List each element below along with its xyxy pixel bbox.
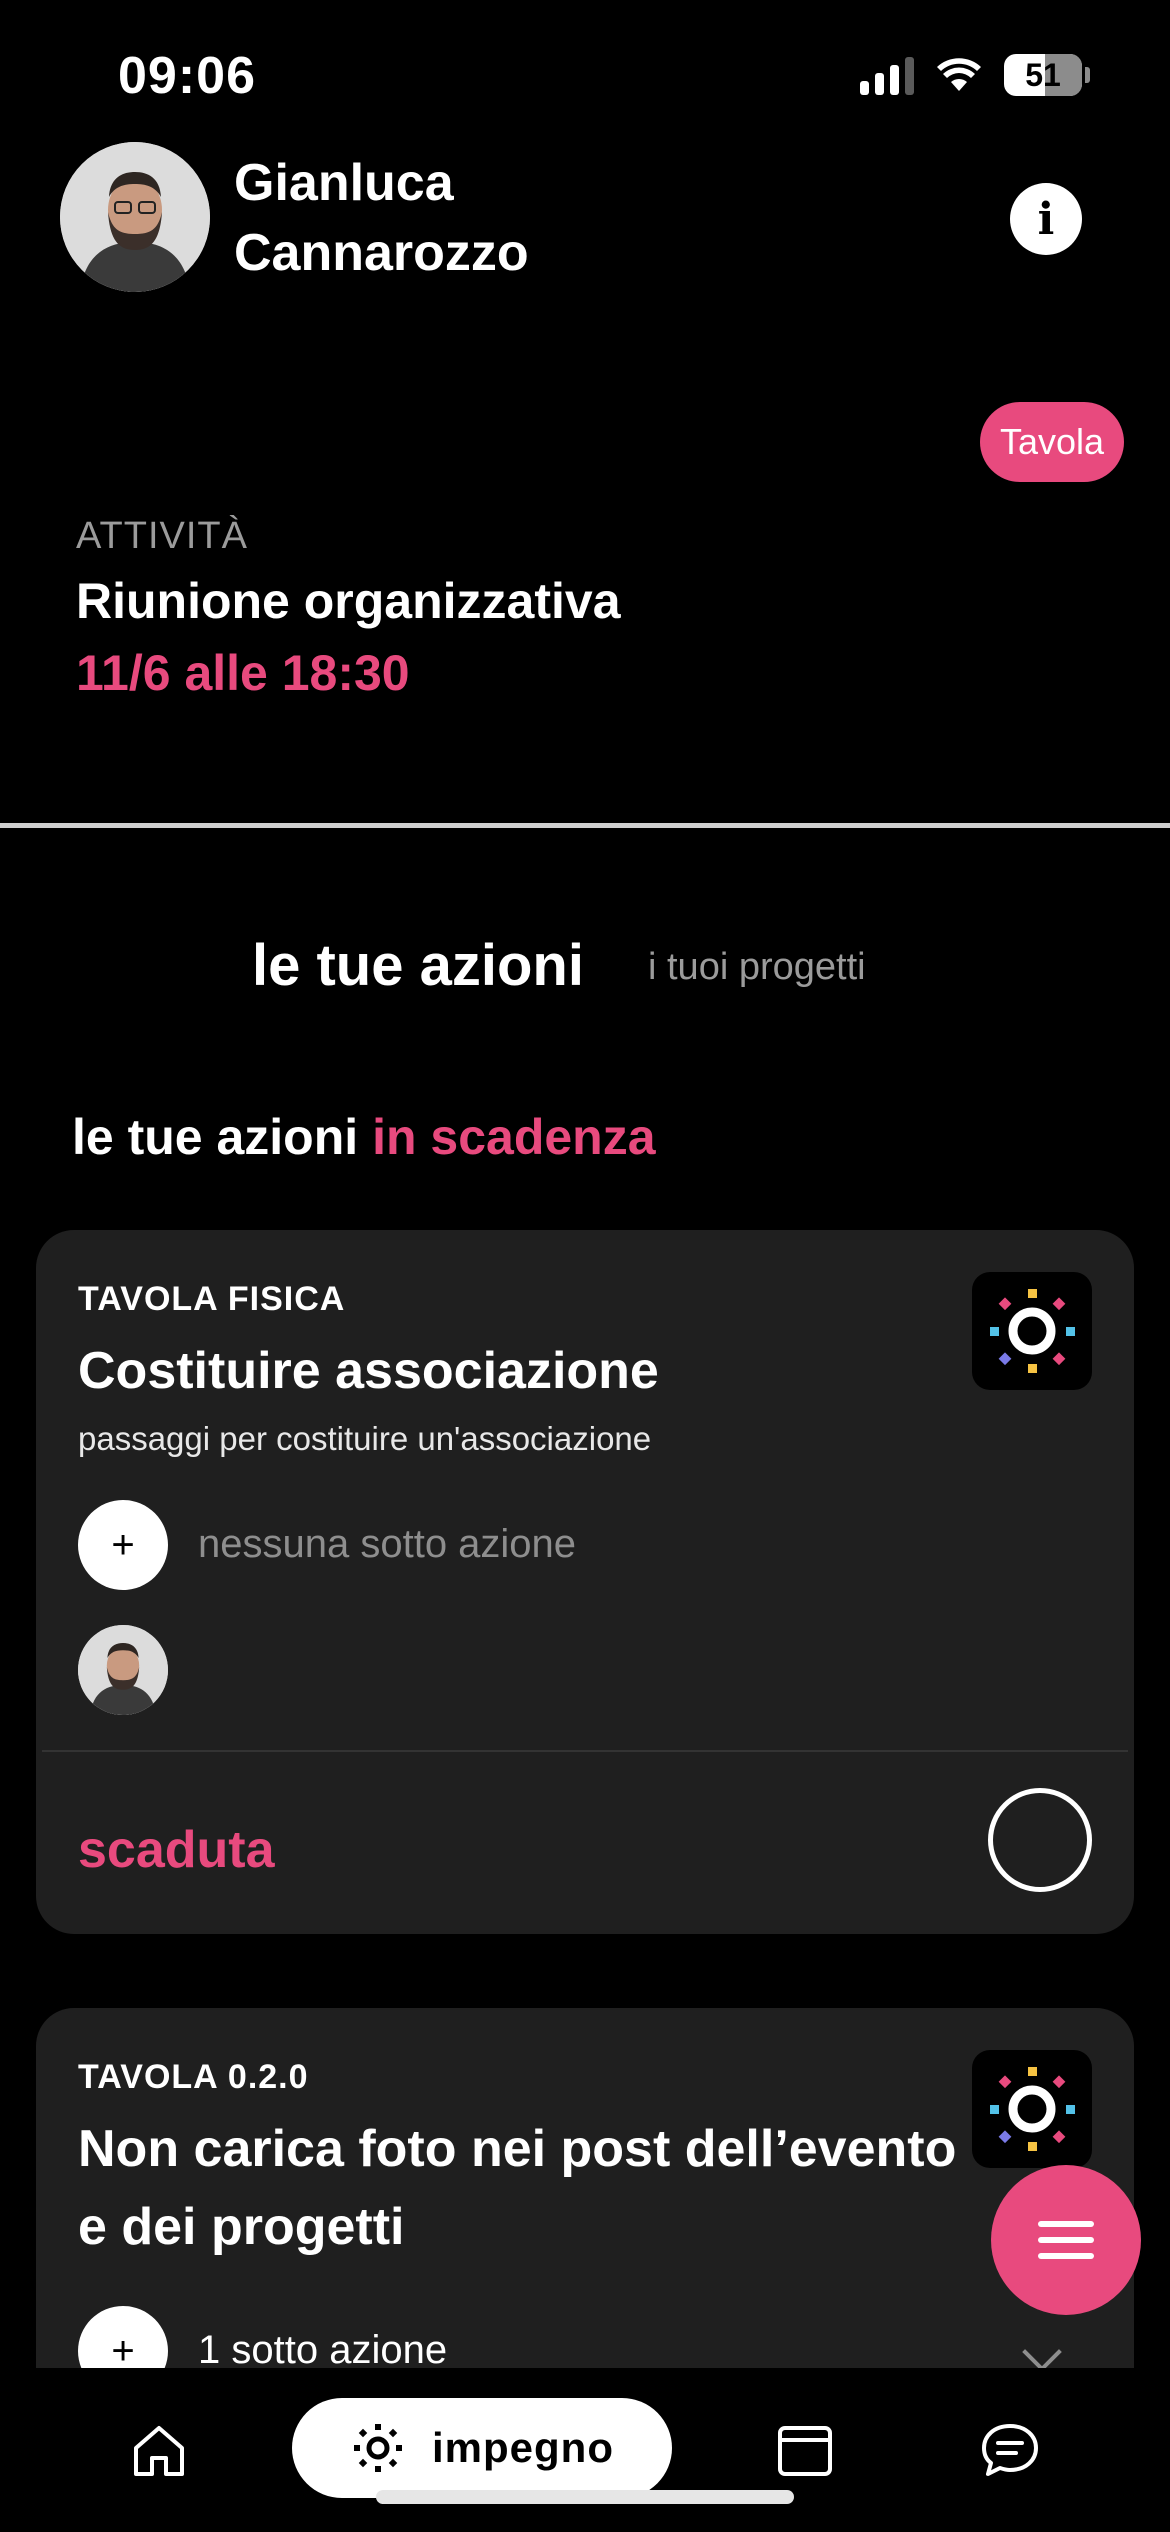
activity-date: 11/6 alle 18:30 (76, 645, 410, 701)
action-card[interactable]: TAVOLA FISICA Costituire associazione pa… (36, 1230, 1134, 1934)
status-bar: 09:06 51 (0, 0, 1170, 150)
activity-block[interactable]: ATTIVITÀ Riunione organizzativa 11/6 all… (76, 515, 621, 702)
project-logo (972, 1272, 1092, 1390)
sun-icon (354, 2424, 402, 2472)
info-button[interactable]: i (1010, 183, 1082, 255)
card-title: Non carica foto nei post dell’evento e d… (78, 2120, 957, 2256)
status-time: 09:06 (118, 47, 256, 105)
plus-icon: + (111, 1522, 135, 1567)
card-project: TAVOLA FISICA (78, 1280, 346, 1318)
wifi-icon (937, 58, 981, 91)
plus-icon: + (111, 2328, 135, 2373)
status-icons: 51 (860, 54, 1090, 96)
card-title: Costituire associazione (78, 1342, 659, 1400)
section-title-accent: in scadenza (372, 1109, 656, 1165)
chat-icon[interactable] (978, 2418, 1042, 2482)
add-sub-action-button[interactable]: + (78, 1500, 168, 1590)
section-title: le tue azioni in scadenza (72, 1108, 656, 1166)
bottom-nav: impegno (0, 2368, 1170, 2532)
card-project: TAVOLA 0.2.0 (78, 2058, 309, 2096)
action-card[interactable]: TAVOLA 0.2.0 Non carica foto nei post de… (36, 2008, 1134, 2428)
info-icon: i (1037, 193, 1055, 245)
home-indicator[interactable] (376, 2490, 794, 2504)
due-status: scaduta (78, 1821, 275, 1879)
sub-action-label: nessuna sotto azione (198, 1522, 577, 1566)
home-icon[interactable] (128, 2420, 190, 2482)
cellular-signal-icon (860, 55, 914, 95)
activity-label: ATTIVITÀ (76, 515, 248, 557)
menu-icon (1038, 2221, 1094, 2227)
tab-le-tue-azioni[interactable]: le tue azioni (252, 932, 584, 999)
user-avatar[interactable] (60, 142, 210, 292)
assignee-avatar[interactable] (78, 1625, 168, 1715)
sun-logo-icon (990, 2067, 1075, 2151)
nav-impegno-button[interactable]: impegno (292, 2398, 672, 2498)
menu-fab-button[interactable] (991, 2165, 1141, 2315)
sun-logo-icon (990, 1289, 1075, 1373)
user-name: Gianluca Cannarozzo (234, 154, 529, 282)
tab-i-tuoi-progetti[interactable]: i tuoi progetti (648, 946, 866, 989)
calendar-icon[interactable] (774, 2418, 836, 2480)
section-title-prefix: le tue azioni (72, 1109, 359, 1165)
battery-level: 51 (1025, 56, 1061, 93)
battery-icon: 51 (1004, 54, 1082, 96)
divider (0, 823, 1170, 828)
card-description: passaggi per costituire un'associazione (78, 1420, 652, 1457)
tavola-tag[interactable]: Tavola (979, 402, 1124, 482)
sub-action-label: 1 sotto azione (198, 2328, 448, 2372)
complete-toggle[interactable] (988, 1788, 1092, 1892)
activity-title: Riunione organizzativa (76, 573, 621, 629)
project-logo (972, 2050, 1092, 2168)
nav-impegno-label: impegno (432, 2424, 614, 2471)
card-divider (42, 1750, 1128, 1752)
chevron-down-icon[interactable] (1022, 2332, 1062, 2372)
